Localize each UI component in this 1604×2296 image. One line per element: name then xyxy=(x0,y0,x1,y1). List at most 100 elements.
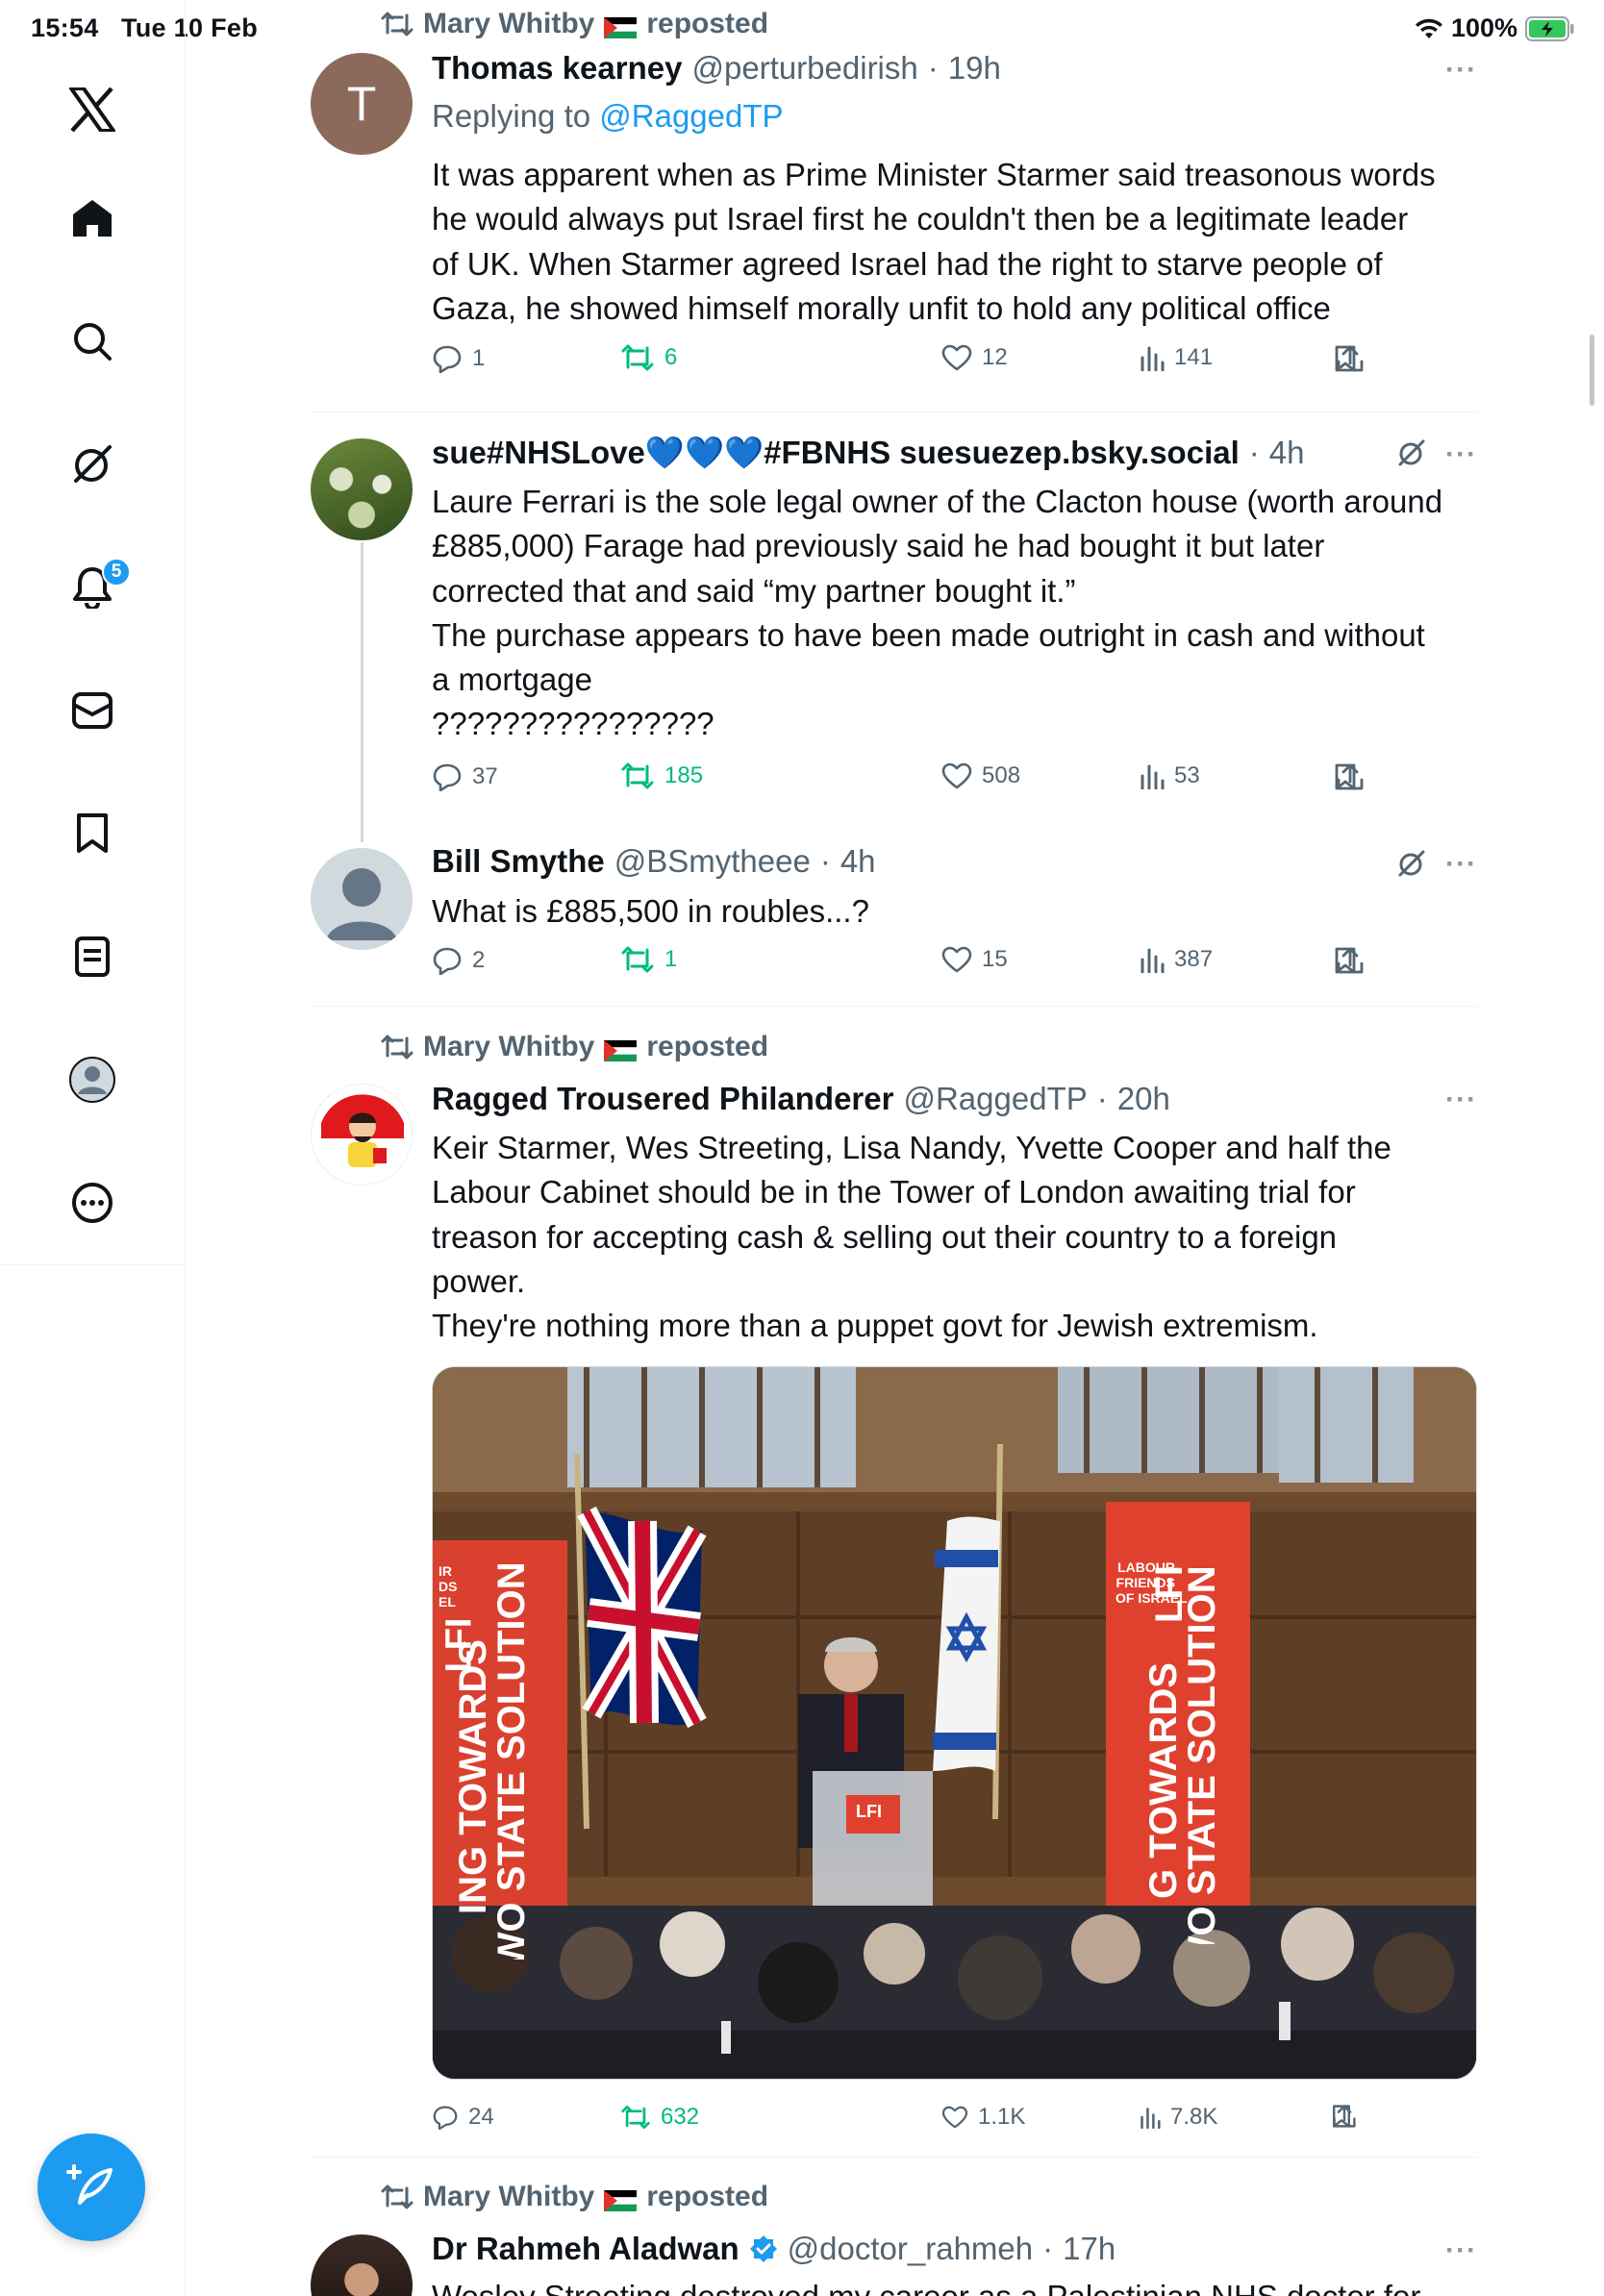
tweet-time[interactable]: 19h xyxy=(948,50,1001,87)
author-handle[interactable]: @doctor_rahmeh xyxy=(788,2231,1033,2267)
more-icon[interactable] xyxy=(60,1170,125,1235)
share-button[interactable] xyxy=(1336,762,1365,796)
event-photo xyxy=(433,1367,1476,2079)
separator-dot: · xyxy=(1042,2231,1054,2266)
heart-icon xyxy=(941,946,972,973)
more-options-icon[interactable]: ··· xyxy=(1445,848,1477,881)
tweet-text: What is £885,500 in roubles...? xyxy=(432,893,869,929)
author-name[interactable]: Ragged Trousered Philanderer xyxy=(432,1081,893,1117)
share-button[interactable] xyxy=(1336,946,1365,980)
more-options-icon[interactable]: ··· xyxy=(1445,54,1477,87)
views-button[interactable]: 141 xyxy=(1140,344,1213,371)
author-name[interactable]: Dr Rahmeh Aladwan xyxy=(432,2231,739,2267)
mail-icon[interactable] xyxy=(60,678,125,743)
repost-button[interactable]: 632 xyxy=(620,2104,699,2131)
tweet-image[interactable]: ING TOWARDS TWO STATE SOLUTION IR DS EL … xyxy=(432,1366,1477,2080)
views-button[interactable]: 387 xyxy=(1140,946,1213,973)
avatar[interactable]: T xyxy=(311,53,413,155)
author-name[interactable]: sue#NHSLove💙💙💙#FBNHS suesuezep.bsky.soci… xyxy=(432,435,1240,472)
tweet[interactable]: Mary Whitby reposted Ragged Trousered Ph… xyxy=(311,1007,1477,2157)
banner-right: LABOUR FRIENDS OF ISRAEL LFI G TOWARDS T… xyxy=(1106,1502,1250,1944)
author-handle[interactable]: @RaggedTP xyxy=(903,1081,1087,1117)
repost-count: 185 xyxy=(664,762,704,788)
tweet-time[interactable]: 4h xyxy=(840,843,876,880)
views-button[interactable]: 53 xyxy=(1140,762,1200,789)
x-logo-icon[interactable] xyxy=(60,77,125,142)
repost-button[interactable]: 1 xyxy=(620,946,677,973)
author-name[interactable]: Thomas kearney xyxy=(432,50,682,87)
heart-icon xyxy=(941,344,972,371)
repost-icon xyxy=(381,1035,414,1060)
views-icon xyxy=(1140,764,1165,789)
tweet[interactable]: Bill Smythe @BSmytheee · 4h ··· What is £8… xyxy=(311,827,1477,1006)
notification-badge: 5 xyxy=(102,558,131,586)
author-handle[interactable]: @BSmytheee xyxy=(614,843,811,880)
avatar[interactable] xyxy=(311,438,413,540)
repost-user[interactable]: Mary Whitby xyxy=(423,1031,594,1063)
share-button[interactable] xyxy=(1336,344,1365,378)
tweet[interactable]: Mary Whitby reposted T Thomas kearney @p… xyxy=(311,0,1477,412)
podium-label: LFI xyxy=(856,1802,882,1821)
tweet[interactable]: Mary Whitby reposted Dr Rahmeh Aladwan @… xyxy=(311,2158,1477,2296)
avatar[interactable] xyxy=(311,848,413,950)
like-button[interactable]: 12 xyxy=(941,344,1008,371)
tweet[interactable]: sue#NHSLove💙💙💙#FBNHS suesuezep.bsky.soci… xyxy=(311,412,1477,816)
action-bar: 37 185 508 53 xyxy=(432,762,1356,801)
reply-button[interactable]: 1 xyxy=(432,344,485,373)
author-handle[interactable]: @perturbedirish xyxy=(691,50,917,87)
repost-icon xyxy=(621,762,654,789)
bookmark-icon[interactable] xyxy=(60,801,125,866)
compose-button[interactable] xyxy=(38,2134,145,2241)
share-icon xyxy=(1337,345,1364,372)
author-name[interactable]: Bill Smythe xyxy=(432,843,605,880)
more-options-icon[interactable]: ··· xyxy=(1445,438,1477,471)
reply-button[interactable]: 37 xyxy=(432,762,498,791)
repost-user[interactable]: Mary Whitby xyxy=(423,8,594,40)
tweet-time[interactable]: 20h xyxy=(1117,1081,1170,1117)
avatar[interactable] xyxy=(311,1084,413,1185)
like-count: 12 xyxy=(982,344,1008,370)
repost-icon xyxy=(381,12,414,37)
tweet-header: Thomas kearney @perturbedirish · 19h xyxy=(432,50,1001,87)
views-button[interactable]: 7.8K xyxy=(1140,2104,1217,2131)
replying-to: Replying to @RaggedTP xyxy=(432,98,784,135)
more-options-icon[interactable]: ··· xyxy=(1445,1084,1477,1116)
grok-icon[interactable] xyxy=(1396,848,1427,884)
heart-icon xyxy=(941,2106,968,2129)
avatar[interactable] xyxy=(311,2234,413,2296)
action-bar: 24 632 1.1K 7.8K xyxy=(432,2104,1355,2142)
home-icon[interactable] xyxy=(60,186,125,251)
sidebar-divider xyxy=(185,1265,186,2296)
views-count: 7.8K xyxy=(1170,2104,1218,2130)
tweet-time[interactable]: 4h xyxy=(1269,435,1305,471)
grok-icon[interactable] xyxy=(60,432,125,497)
tweet-text: Keir Starmer, Wes Streeting, Lisa Nandy,… xyxy=(432,1130,1391,1344)
reply-icon xyxy=(433,345,462,373)
reply-count: 1 xyxy=(472,345,486,371)
repost-button[interactable]: 185 xyxy=(620,762,703,789)
like-button[interactable]: 508 xyxy=(941,762,1020,789)
separator-dot: · xyxy=(819,843,831,879)
reply-button[interactable]: 2 xyxy=(432,946,485,975)
tweet-text: Wesley Streeting destroyed my career as … xyxy=(432,2275,1477,2296)
like-button[interactable]: 15 xyxy=(941,946,1008,973)
share-button[interactable] xyxy=(1332,2104,1357,2134)
reply-handle-link[interactable]: @RaggedTP xyxy=(599,98,783,134)
heart-icon xyxy=(941,762,972,789)
grok-icon[interactable] xyxy=(1396,437,1427,473)
repost-button[interactable]: 6 xyxy=(620,344,677,371)
scrollbar[interactable] xyxy=(1590,335,1594,406)
like-button[interactable]: 1.1K xyxy=(941,2104,1025,2131)
repost-user[interactable]: Mary Whitby xyxy=(423,2181,594,2213)
more-options-icon[interactable]: ··· xyxy=(1445,2234,1477,2267)
search-icon[interactable] xyxy=(60,309,125,374)
profile-icon[interactable] xyxy=(60,1047,125,1112)
lists-icon[interactable] xyxy=(60,924,125,989)
action-bar: 1 6 12 141 xyxy=(432,344,1356,383)
share-icon xyxy=(1333,2105,1356,2128)
tweet-time[interactable]: 17h xyxy=(1063,2231,1115,2267)
tweet-header: Ragged Trousered Philanderer @RaggedTP · 2… xyxy=(432,1081,1170,1117)
battery-charging-icon xyxy=(1525,15,1575,41)
repost-icon xyxy=(621,2106,650,2130)
reply-button[interactable]: 24 xyxy=(432,2104,494,2131)
